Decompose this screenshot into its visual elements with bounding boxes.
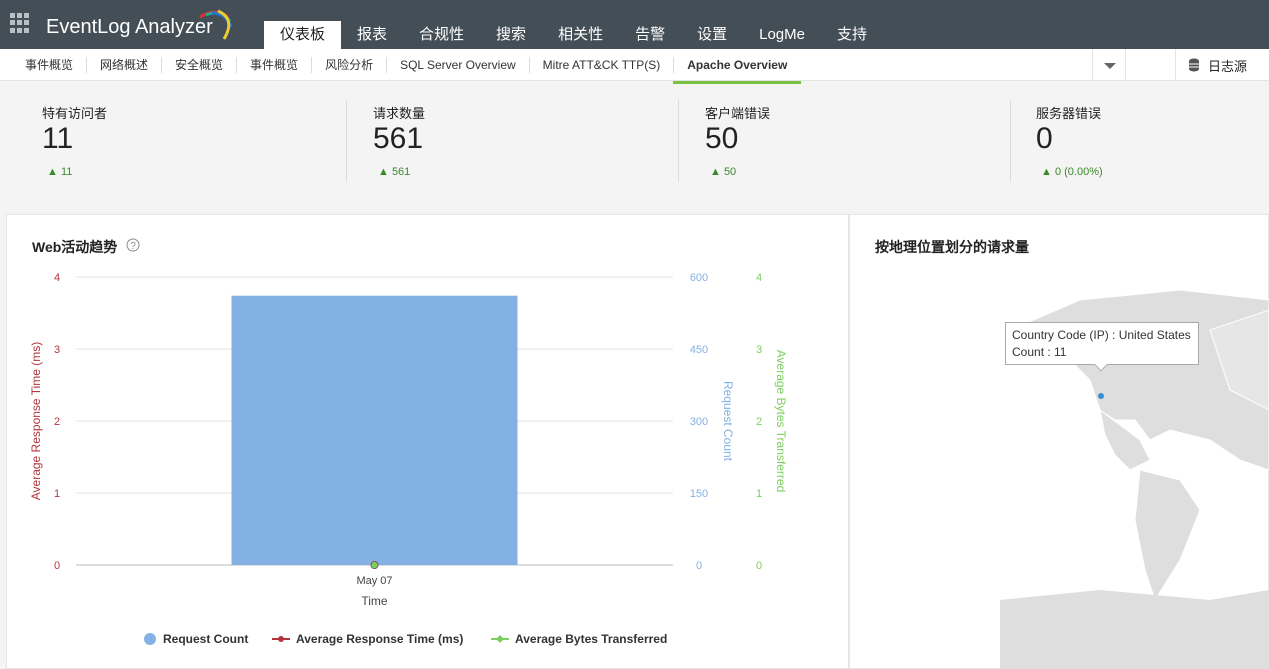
left-tick-label: 2	[54, 416, 60, 428]
tooltip-count: Count : 11	[1012, 345, 1067, 359]
legend-label: Average Bytes Transferred	[515, 632, 668, 646]
us-data-point[interactable]	[1098, 393, 1104, 399]
right-tick-label: 600	[690, 272, 708, 284]
x-tick-label: May 07	[356, 575, 392, 587]
stat-change: ▲ 0 (0.00%)	[1041, 166, 1103, 178]
right-tick-label: 2	[756, 416, 762, 428]
legend-label: Request Count	[163, 632, 249, 646]
right-tick-label: 450	[690, 344, 708, 356]
log-source-label: 日志源	[1208, 58, 1248, 74]
left-axis-title: Average Response Time (ms)	[29, 342, 43, 501]
point-avg-bytes	[370, 561, 379, 569]
log-source-button[interactable]: 日志源	[1175, 49, 1269, 81]
right-tick-label: 150	[690, 488, 708, 500]
request-axis-title: Request Count	[721, 381, 735, 462]
right-tick-label: 0	[756, 560, 762, 572]
x-axis-title: Time	[361, 594, 388, 608]
map-tooltip: Country Code (IP) : United States Count :…	[1005, 322, 1199, 365]
divider	[1010, 100, 1011, 182]
stat-value: 0	[1036, 122, 1053, 155]
bytes-axis-title: Average Bytes Transferred	[774, 350, 788, 493]
geo-title: 按地理位置划分的请求量	[875, 239, 1029, 255]
legend-avg-response[interactable]: Average Response Time (ms)	[272, 632, 463, 646]
more-dropdown[interactable]	[1092, 49, 1126, 81]
right-tick-label: 4	[756, 272, 762, 284]
tooltip-country: Country Code (IP) : United States	[1012, 328, 1191, 342]
legend-label: Average Response Time (ms)	[296, 632, 464, 646]
legend-request-count[interactable]: Request Count	[143, 632, 248, 646]
web-activity-chart: 0 0 0 1 150 1 2 300 2 3 450 3 4 600 4 Average Response …	[29, 272, 788, 608]
legend-line-icon	[272, 636, 290, 642]
database-icon	[1189, 58, 1199, 72]
left-tick-label: 3	[54, 344, 60, 356]
right-tick-label: 1	[756, 488, 762, 500]
legend-line-icon	[491, 635, 509, 643]
right-tick-label: 3	[756, 344, 762, 356]
right-tick-label: 0	[696, 560, 702, 572]
bar-request-count	[231, 295, 518, 565]
stat-label: 服务器错误	[1036, 106, 1102, 121]
left-tick-label: 0	[54, 560, 60, 572]
legend-circle-icon	[144, 633, 156, 645]
stat-server-errors: 服务器错误 0 ▲ 0 (0.00%)	[1036, 82, 1269, 202]
legend-avg-bytes[interactable]: Average Bytes Transferred	[491, 632, 667, 646]
right-tick-label: 300	[690, 416, 708, 428]
left-tick-label: 1	[54, 488, 60, 500]
left-tick-label: 4	[54, 272, 60, 284]
